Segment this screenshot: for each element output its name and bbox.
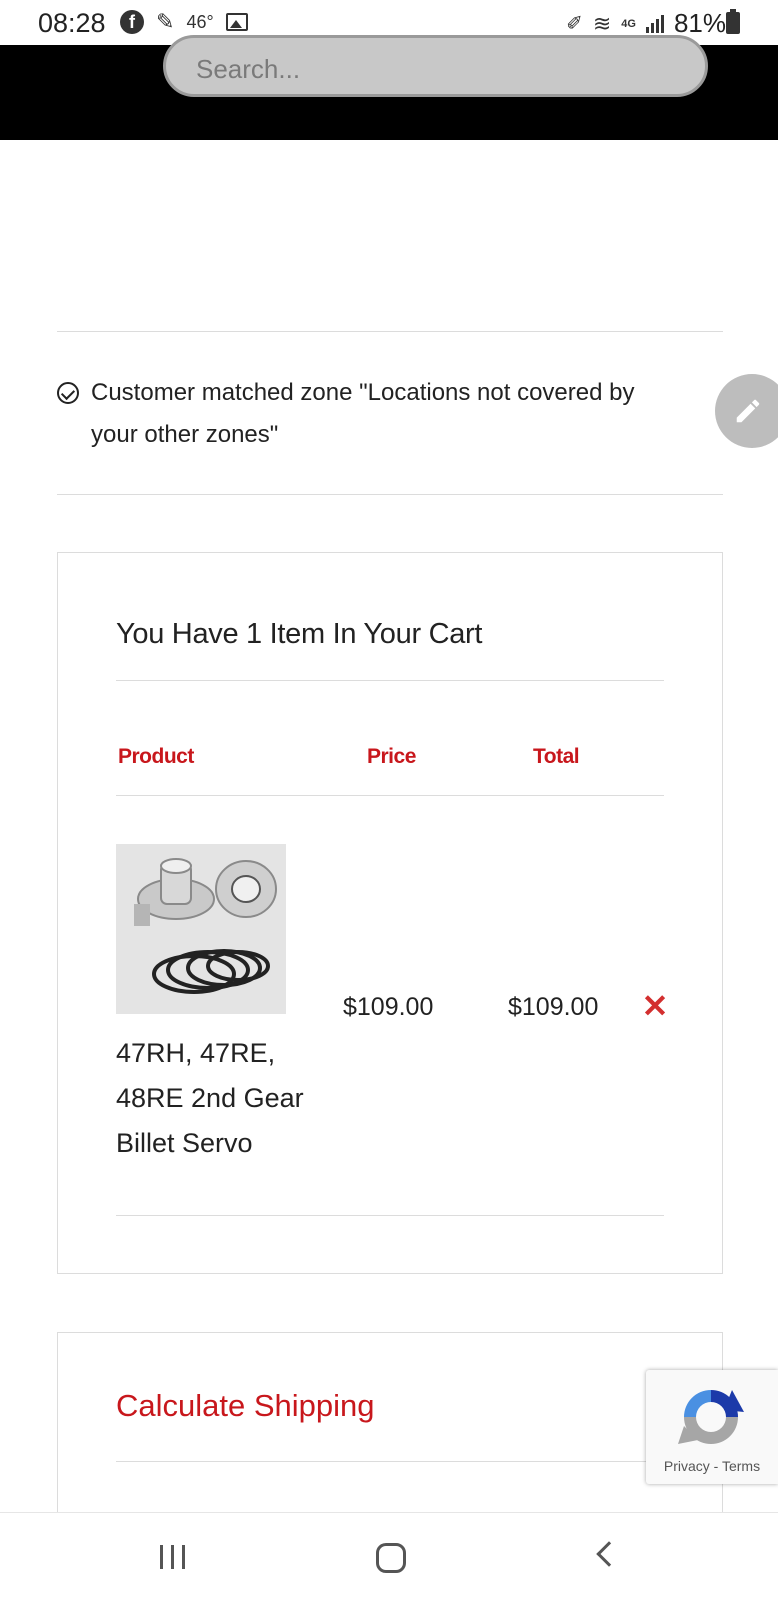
privacy-link[interactable]: Privacy	[664, 1458, 710, 1474]
feather-icon: ✎	[156, 9, 175, 34]
pencil-edit-icon	[736, 399, 760, 423]
column-header-total: Total	[533, 745, 580, 768]
divider	[116, 1215, 664, 1216]
status-temperature: 46°	[186, 11, 214, 32]
item-price: $109.00	[343, 993, 434, 1021]
product-image[interactable]	[116, 844, 286, 1014]
signal-icon	[645, 14, 664, 33]
facebook-icon: f	[120, 10, 144, 34]
divider	[57, 494, 723, 495]
status-notifications: f ✎ 46°	[120, 9, 248, 35]
divider	[116, 795, 664, 796]
search-bar[interactable]	[163, 35, 708, 97]
check-circle-icon	[57, 382, 79, 404]
search-input[interactable]	[166, 38, 705, 94]
wifi-icon: ≋	[592, 10, 612, 36]
close-icon: ✕	[641, 988, 669, 1024]
item-total: $109.00	[508, 993, 599, 1021]
recent-apps-button[interactable]	[160, 1545, 185, 1569]
home-button[interactable]	[376, 1543, 406, 1573]
edit-button[interactable]	[715, 374, 778, 448]
back-button[interactable]	[596, 1541, 622, 1567]
column-header-price: Price	[367, 745, 416, 768]
zone-notice: Customer matched zone "Locations not cov…	[57, 372, 677, 456]
recaptcha-icon	[678, 1390, 744, 1444]
cart-title: You Have 1 Item In Your Cart	[116, 618, 483, 650]
recaptcha-links: Privacy - Terms	[646, 1458, 778, 1474]
divider	[116, 680, 664, 681]
shipping-panel: Calculate Shipping	[57, 1332, 723, 1512]
link-separator: -	[709, 1458, 722, 1474]
terms-link[interactable]: Terms	[722, 1458, 760, 1474]
remove-item-button[interactable]: ✕	[640, 988, 670, 1024]
pencil-icon: ✐	[566, 13, 583, 35]
zone-notice-text: Customer matched zone "Locations not cov…	[91, 379, 635, 448]
battery-icon	[726, 9, 740, 34]
status-time: 08:28	[38, 8, 106, 38]
servo-parts-image	[116, 844, 286, 1014]
column-header-product: Product	[118, 745, 194, 768]
battery-level: 81%	[673, 8, 726, 38]
divider	[57, 331, 723, 332]
network-type: 4G	[621, 17, 636, 30]
system-nav-bar	[0, 1512, 778, 1600]
recaptcha-badge[interactable]: Privacy - Terms	[646, 1370, 778, 1484]
product-name[interactable]: 47RH, 47RE, 48RE 2nd Gear Billet Servo	[116, 1031, 316, 1166]
image-icon	[225, 13, 248, 31]
cart-panel: You Have 1 Item In Your Cart Product Pri…	[57, 552, 723, 1274]
calculate-shipping-title[interactable]: Calculate Shipping	[116, 1388, 375, 1424]
divider	[116, 1461, 664, 1462]
site-header	[0, 35, 778, 140]
